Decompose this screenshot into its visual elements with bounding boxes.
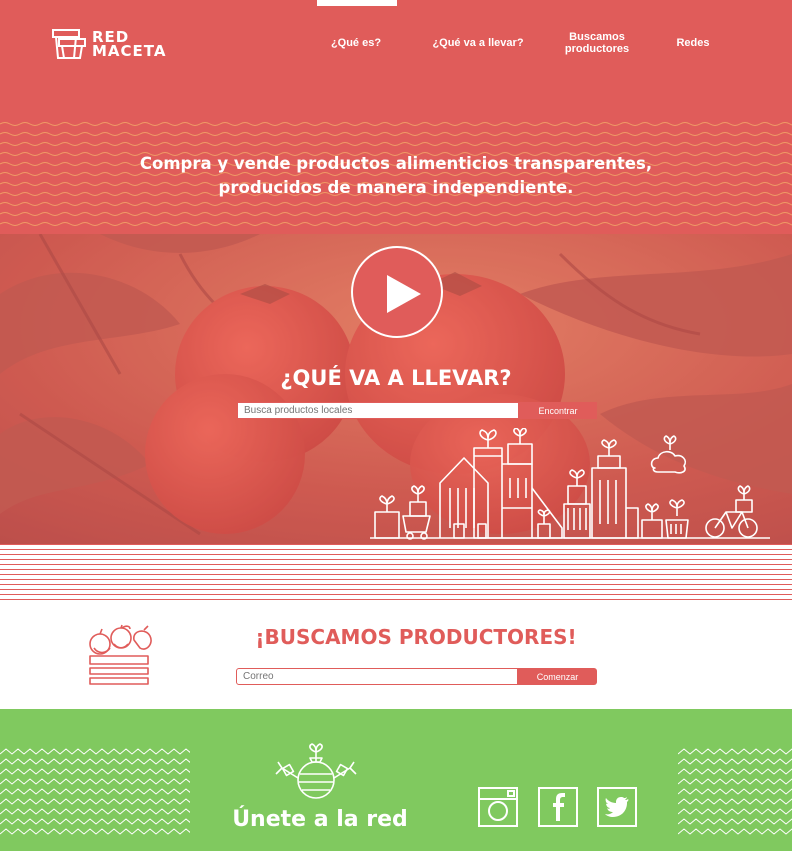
city-illustration <box>370 428 770 540</box>
zigzag-line <box>678 828 792 835</box>
producer-signup-form: Comenzar <box>236 668 597 685</box>
wave-line <box>0 212 792 216</box>
join-network-title: Únete a la red <box>232 807 408 832</box>
logo-text: RED MACETA <box>92 30 167 60</box>
search-submit-button[interactable]: Encontrar <box>519 402 597 419</box>
hero-title: ¿QUÉ VA A LLEVAR? <box>280 366 512 390</box>
play-icon <box>387 275 421 313</box>
zigzag-line <box>0 798 190 805</box>
wave-line <box>0 222 792 226</box>
nav-item-que-va-a-llevar[interactable]: ¿Qué va a llevar? <box>430 37 526 49</box>
facebook-icon[interactable] <box>538 787 578 827</box>
nav-item-buscamos-productores[interactable]: Buscamos productores <box>558 31 636 55</box>
site-header: RED MACETA ¿Qué es? ¿Qué va a llevar? Bu… <box>0 0 792 118</box>
zigzag-line <box>678 818 792 825</box>
stripe-divider <box>0 544 792 600</box>
planet-network-icon <box>275 743 357 799</box>
nav-item-redes[interactable]: Redes <box>670 37 716 49</box>
instagram-icon[interactable] <box>478 787 518 827</box>
nav-item-que-es[interactable]: ¿Qué es? <box>320 37 392 49</box>
zigzag-line <box>678 778 792 785</box>
zigzag-pattern-left <box>0 748 190 835</box>
site-logo[interactable]: RED MACETA <box>52 27 182 61</box>
twitter-icon[interactable] <box>597 787 637 827</box>
logo-text-line2: MACETA <box>92 42 167 60</box>
zigzag-line <box>678 748 792 755</box>
zigzag-line <box>678 758 792 765</box>
zigzag-line <box>0 778 190 785</box>
wave-line <box>0 122 792 126</box>
start-button[interactable]: Comenzar <box>518 668 597 685</box>
zigzag-line <box>678 798 792 805</box>
zigzag-line <box>0 818 190 825</box>
email-field[interactable] <box>236 668 518 685</box>
zigzag-line <box>678 768 792 775</box>
active-nav-indicator <box>317 0 397 6</box>
wave-line <box>0 132 792 136</box>
tagline: Compra y vende productos alimenticios tr… <box>139 154 653 197</box>
zigzag-line <box>0 808 190 815</box>
play-video-button[interactable] <box>351 246 443 338</box>
zigzag-line <box>0 788 190 795</box>
zigzag-pattern-right <box>678 748 792 835</box>
zigzag-line <box>0 748 190 755</box>
wave-line <box>0 202 792 206</box>
flowerpot-logo-icon <box>52 29 86 59</box>
zigzag-line <box>0 758 190 765</box>
product-search-input[interactable] <box>237 402 519 419</box>
zigzag-line <box>0 828 190 835</box>
fruit-crate-icon <box>89 624 152 685</box>
producers-title: ¡BUSCAMOS PRODUCTORES! <box>255 625 577 649</box>
zigzag-line <box>678 808 792 815</box>
wave-line <box>0 142 792 146</box>
product-search-form: Encontrar <box>237 402 597 419</box>
zigzag-line <box>678 788 792 795</box>
zigzag-line <box>0 768 190 775</box>
